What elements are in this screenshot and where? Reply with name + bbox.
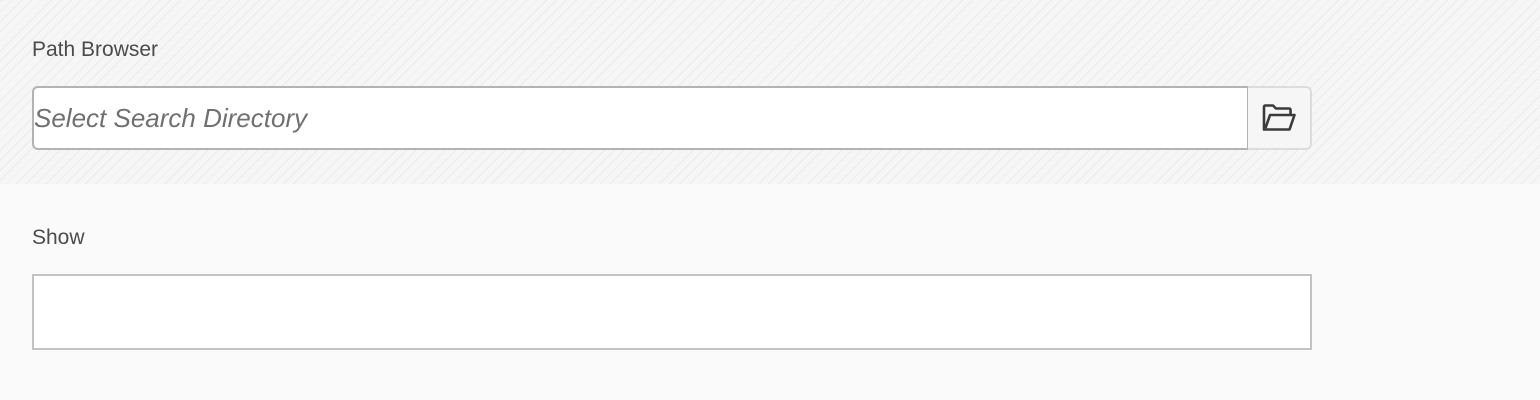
folder-open-icon (1262, 104, 1296, 132)
path-browser-field (32, 86, 1312, 150)
show-field[interactable] (32, 274, 1312, 350)
path-browser-label: Path Browser (32, 38, 159, 61)
path-browser-section: Path Browser (0, 0, 1540, 184)
path-browser-input[interactable] (32, 86, 1248, 150)
show-label: Show (32, 226, 85, 249)
browse-folder-button[interactable] (1248, 86, 1312, 150)
